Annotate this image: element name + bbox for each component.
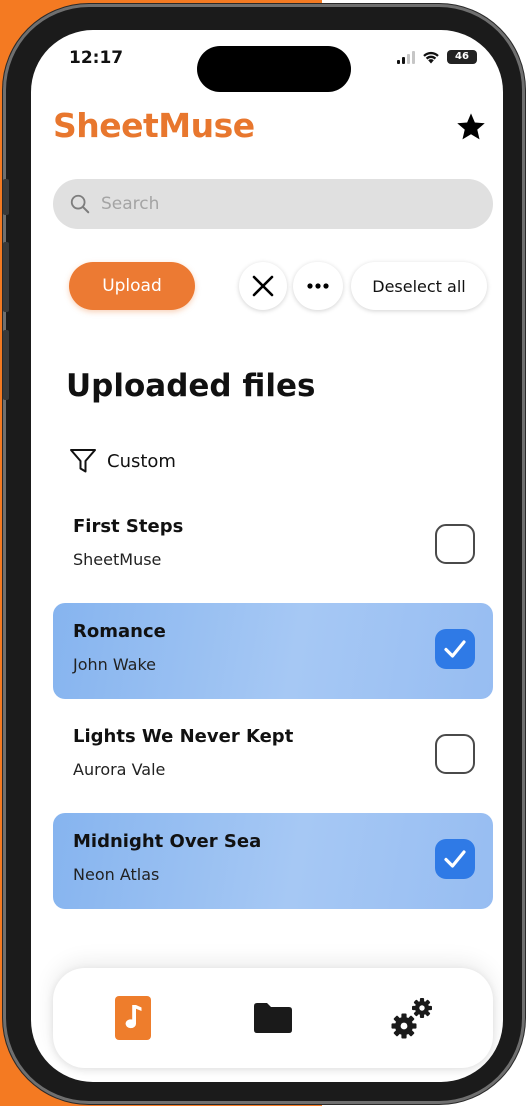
file-artist: SheetMuse <box>73 550 162 569</box>
file-title: Lights We Never Kept <box>73 726 294 747</box>
filter-icon <box>70 449 96 473</box>
checkbox-unchecked[interactable] <box>435 734 475 774</box>
file-artist: Aurora Vale <box>73 760 166 779</box>
gears-icon <box>391 998 432 1039</box>
filter-button[interactable]: Custom <box>69 448 176 474</box>
folder-icon <box>254 1003 292 1033</box>
filter-label: Custom <box>107 450 176 472</box>
checkmark-icon <box>444 850 466 868</box>
file-row[interactable]: Lights We Never Kept Aurora Vale <box>53 708 493 804</box>
file-row[interactable]: Romance John Wake <box>53 603 493 699</box>
search-bar[interactable] <box>53 179 493 229</box>
checkmark-icon <box>444 640 466 658</box>
status-time: 12:17 <box>69 48 124 68</box>
tab-music[interactable] <box>73 968 193 1068</box>
app-screen: 12:17 46 SheetMuse Upload <box>31 30 503 1082</box>
file-row[interactable]: Midnight Over Sea Neon Atlas <box>53 813 493 909</box>
volume-down-button <box>3 330 9 400</box>
wifi-icon <box>423 51 439 63</box>
search-icon <box>70 194 90 214</box>
battery-icon: 46 <box>447 50 477 64</box>
checkbox-checked[interactable] <box>435 839 475 879</box>
more-icon <box>307 283 329 289</box>
file-artist: John Wake <box>73 655 157 674</box>
tab-settings[interactable] <box>353 968 473 1068</box>
close-icon <box>252 275 274 297</box>
search-input[interactable] <box>99 193 443 215</box>
section-title: Uploaded files <box>66 368 316 404</box>
tab-files[interactable] <box>213 968 333 1068</box>
file-row[interactable]: First Steps SheetMuse <box>53 498 493 594</box>
volume-up-button <box>3 242 9 312</box>
status-indicators: 46 <box>397 50 477 64</box>
app-title: SheetMuse <box>53 106 255 145</box>
bottom-tab-bar <box>53 968 493 1068</box>
clear-selection-button[interactable] <box>239 262 287 310</box>
deselect-all-button[interactable]: Deselect all <box>351 262 487 310</box>
action-button <box>3 179 9 215</box>
checkbox-checked[interactable] <box>435 629 475 669</box>
file-title: Romance <box>73 621 166 642</box>
star-icon[interactable] <box>455 111 487 143</box>
file-artist: Neon Atlas <box>73 865 160 884</box>
file-title: Midnight Over Sea <box>73 831 262 852</box>
file-title: First Steps <box>73 516 184 537</box>
music-note-icon <box>115 996 151 1040</box>
phone-frame: 12:17 46 SheetMuse Upload <box>3 4 525 1104</box>
upload-button[interactable]: Upload <box>69 262 195 310</box>
checkbox-unchecked[interactable] <box>435 524 475 564</box>
dynamic-island <box>197 46 351 92</box>
more-options-button[interactable] <box>293 262 343 310</box>
signal-icon <box>397 50 415 64</box>
